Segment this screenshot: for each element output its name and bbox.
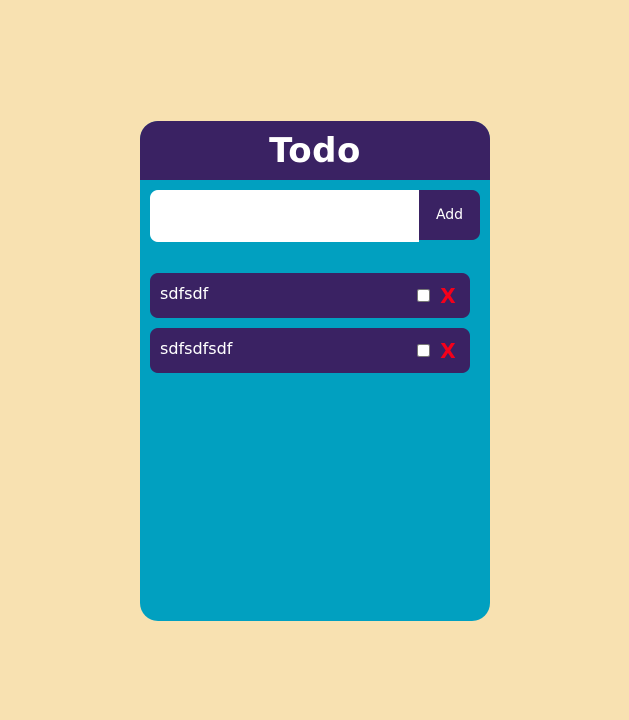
new-todo-input[interactable] — [150, 190, 419, 242]
todo-card: Todo Add sdfsdf X sdfsdfsdf X — [140, 121, 490, 621]
add-todo-form: Add — [150, 190, 480, 242]
todo-list: sdfsdf X sdfsdfsdf X — [150, 273, 470, 383]
app-title: Todo — [269, 130, 361, 171]
add-button[interactable]: Add — [419, 190, 480, 240]
todo-header: Todo — [140, 121, 490, 180]
list-item: sdfsdf X — [150, 273, 470, 318]
todo-checkbox[interactable] — [417, 344, 430, 357]
todo-text: sdfsdfsdf — [160, 339, 233, 358]
todo-checkbox[interactable] — [417, 289, 430, 302]
list-item: sdfsdfsdf X — [150, 328, 470, 373]
todo-text: sdfsdf — [160, 284, 209, 303]
delete-button[interactable]: X — [438, 339, 458, 363]
delete-button[interactable]: X — [438, 284, 458, 308]
